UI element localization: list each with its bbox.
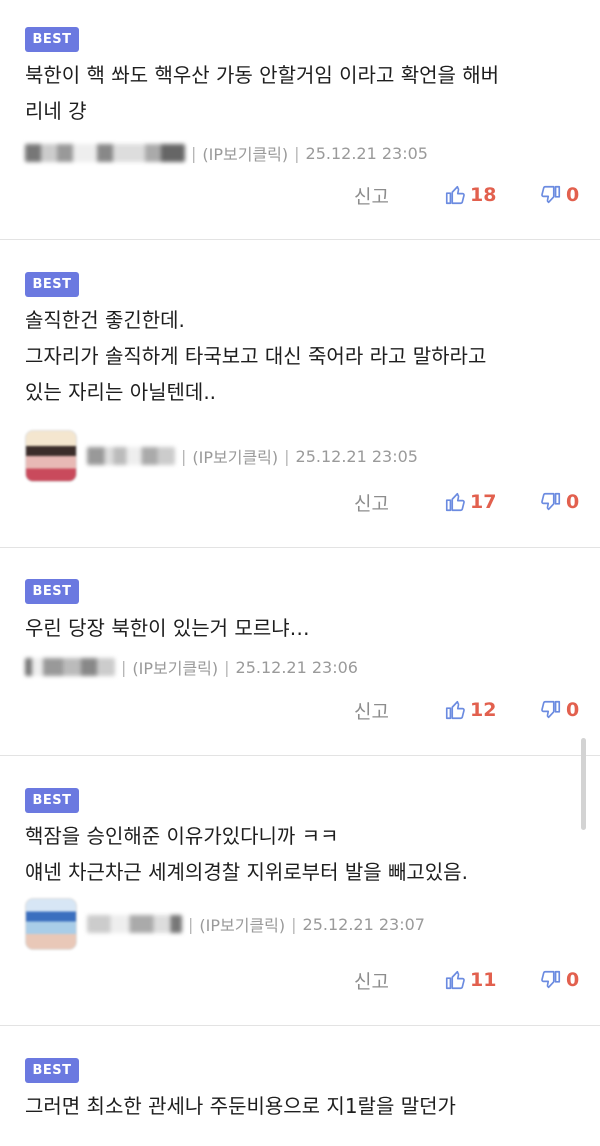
comment-meta: | (IP보기클릭) | 25.12.21 23:06 (25, 652, 358, 682)
best-badge: BEST (25, 272, 79, 297)
comment-line: 리네 걍 (25, 99, 87, 123)
comment-meta: | (IP보기클릭) | 25.12.21 23:05 (25, 430, 418, 482)
dislike-count: 0 (566, 491, 580, 513)
comment-line: 솔직한건 좋긴한데. (25, 308, 185, 332)
comment-actions: 신고 12 0 (354, 695, 600, 725)
comment-line: 북한이 핵 쏴도 핵우산 가동 안할거임 이라고 확언을 해버 (25, 63, 500, 87)
dislike-count: 0 (566, 969, 580, 991)
comment-item: BEST 핵잠을 승인해준 이유가있다니까 ㅋㅋ 얘넨 차근차근 세계의경찰 지… (0, 756, 600, 1026)
thumbs-up-icon (445, 700, 465, 720)
like-button[interactable]: 18 (444, 184, 540, 206)
comment-timestamp: 25.12.21 23:05 (305, 143, 428, 163)
thumbs-down-icon (541, 185, 561, 204)
comment-body: 북한이 핵 쏴도 핵우산 가동 안할거임 이라고 확언을 해버 리네 걍 (25, 57, 580, 129)
best-badge: BEST (25, 579, 79, 604)
comment-item: BEST 북한이 핵 쏴도 핵우산 가동 안할거임 이라고 확언을 해버 리네 … (0, 0, 600, 240)
like-button[interactable]: 17 (444, 491, 540, 513)
thumbs-up-icon (445, 970, 465, 990)
like-count: 11 (470, 969, 497, 991)
report-button[interactable]: 신고 (354, 182, 444, 209)
author-nickname[interactable] (25, 658, 115, 676)
thumbs-up-icon (445, 185, 465, 205)
comment-actions: 신고 17 0 (354, 487, 600, 517)
comment-list: BEST 북한이 핵 쏴도 핵우산 가동 안할거임 이라고 확언을 해버 리네 … (0, 0, 600, 1146)
best-badge: BEST (25, 27, 79, 52)
like-count: 12 (470, 699, 497, 721)
comment-item: BEST 우린 당장 북한이 있는거 모르냐… | (IP보기클릭) | 25.… (0, 548, 600, 756)
comment-meta: | (IP보기클릭) | 25.12.21 23:07 (25, 898, 425, 950)
ip-view-link[interactable]: (IP보기클릭) (199, 912, 285, 936)
like-count: 17 (470, 491, 497, 513)
author-nickname[interactable] (87, 447, 175, 465)
ip-view-link[interactable]: (IP보기클릭) (132, 655, 218, 679)
comment-body: 솔직한건 좋긴한데. 그자리가 솔직하게 타국보고 대신 죽어라 라고 말하라고… (25, 302, 580, 410)
report-button[interactable]: 신고 (354, 697, 444, 724)
comment-body: 우린 당장 북한이 있는거 모르냐… (25, 610, 580, 646)
comment-line: 그자리가 솔직하게 타국보고 대신 죽어라 라고 말하라고 (25, 344, 487, 368)
author-nickname[interactable] (87, 915, 182, 933)
comment-line: 그러면 최소한 관세나 주둔비용으로 지1랄을 말던가 (25, 1094, 456, 1118)
thumbs-down-icon (541, 970, 561, 989)
thumbs-down-icon (541, 492, 561, 511)
dislike-count: 0 (566, 699, 580, 721)
ip-view-link[interactable]: (IP보기클릭) (202, 141, 288, 165)
comment-timestamp: 25.12.21 23:05 (295, 446, 418, 466)
comment-item: BEST 그러면 최소한 관세나 주둔비용으로 지1랄을 말던가 (0, 1026, 600, 1146)
dislike-button[interactable]: 0 (540, 699, 600, 721)
comment-line: 있는 자리는 아닐텐데.. (25, 380, 217, 404)
best-badge: BEST (25, 788, 79, 813)
like-button[interactable]: 11 (444, 969, 540, 991)
thumbs-down-icon (541, 700, 561, 719)
like-button[interactable]: 12 (444, 699, 540, 721)
thumbs-up-icon (445, 492, 465, 512)
avatar[interactable] (25, 898, 77, 950)
comment-actions: 신고 18 0 (354, 180, 600, 210)
avatar[interactable] (25, 430, 77, 482)
best-badge: BEST (25, 1058, 79, 1083)
dislike-count: 0 (566, 184, 580, 206)
author-nickname[interactable] (25, 144, 185, 162)
comment-line: 우린 당장 북한이 있는거 모르냐… (25, 616, 310, 640)
comment-timestamp: 25.12.21 23:06 (235, 657, 358, 677)
like-count: 18 (470, 184, 497, 206)
dislike-button[interactable]: 0 (540, 969, 600, 991)
ip-view-link[interactable]: (IP보기클릭) (192, 444, 278, 468)
comment-timestamp: 25.12.21 23:07 (302, 914, 425, 934)
dislike-button[interactable]: 0 (540, 491, 600, 513)
report-button[interactable]: 신고 (354, 489, 444, 516)
report-button[interactable]: 신고 (354, 967, 444, 994)
comment-body: 핵잠을 승인해준 이유가있다니까 ㅋㅋ 얘넨 차근차근 세계의경찰 지위로부터 … (25, 818, 580, 890)
comment-actions: 신고 11 0 (354, 965, 600, 995)
comment-line: 얘넨 차근차근 세계의경찰 지위로부터 발을 빼고있음. (25, 860, 468, 884)
comment-meta: | (IP보기클릭) | 25.12.21 23:05 (25, 138, 428, 168)
scrollbar[interactable] (581, 738, 586, 830)
comment-body: 그러면 최소한 관세나 주둔비용으로 지1랄을 말던가 (25, 1088, 580, 1124)
comment-item: BEST 솔직한건 좋긴한데. 그자리가 솔직하게 타국보고 대신 죽어라 라고… (0, 240, 600, 548)
dislike-button[interactable]: 0 (540, 184, 600, 206)
comment-line: 핵잠을 승인해준 이유가있다니까 ㅋㅋ (25, 824, 339, 848)
